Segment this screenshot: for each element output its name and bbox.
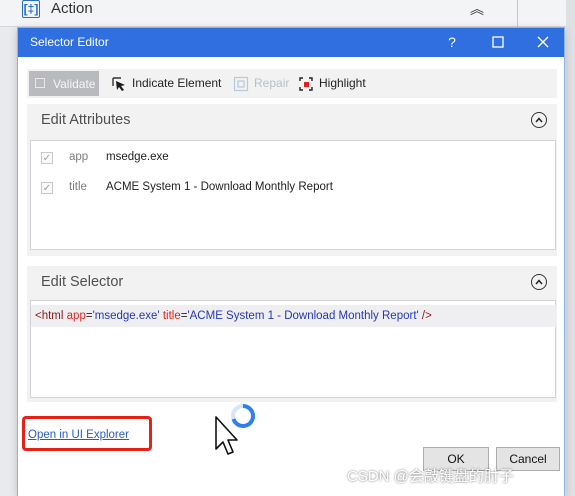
mouse-pointer-icon	[215, 416, 238, 455]
action-activity-icon: [‡]	[22, 0, 40, 18]
attribute-checkbox[interactable]: ✓	[41, 152, 53, 164]
indicate-element-button[interactable]: Indicate Element	[111, 74, 221, 94]
selector-toolbar: Validate Indicate Element Repair Highlig…	[27, 69, 557, 98]
selector-text[interactable]: <html app='msedge.exe' title='ACME Syste…	[31, 305, 557, 327]
close-icon	[537, 36, 549, 48]
collapse-attributes-icon[interactable]	[531, 112, 547, 128]
attribute-row[interactable]: ✓ app msedge.exe	[41, 151, 541, 167]
repair-label: Repair	[254, 76, 290, 90]
annotation-highlight-box	[22, 416, 152, 451]
action-activity-label: Action	[51, 0, 93, 17]
indicate-element-label: Indicate Element	[132, 76, 222, 90]
highlight-button[interactable]: Highlight	[298, 74, 366, 94]
close-button[interactable]	[533, 32, 553, 52]
dialog-title: Selector Editor	[30, 35, 109, 49]
attribute-value[interactable]: ACME System 1 - Download Monthly Report	[106, 181, 333, 193]
collapse-activity-icon[interactable]: ︽	[468, 0, 486, 18]
attribute-value[interactable]: msedge.exe	[106, 151, 169, 163]
attribute-name: app	[69, 151, 89, 163]
workflow-activity-header: [‡] Action ︽	[0, 0, 575, 30]
edit-selector-title: Edit Selector	[41, 274, 124, 290]
selector-editor-dialog: Selector Editor ? Validate Indicate Elem…	[18, 28, 564, 496]
dialog-titlebar[interactable]: Selector Editor ?	[18, 28, 564, 57]
repair-icon	[233, 76, 249, 91]
maximize-icon	[492, 36, 504, 48]
attribute-row[interactable]: ✓ title ACME System 1 - Download Monthly…	[41, 181, 541, 197]
validate-checkbox-icon	[35, 78, 45, 88]
edit-selector-section: Edit Selector <html app='msedge.exe' tit…	[27, 266, 557, 402]
divider	[517, 0, 518, 30]
help-button[interactable]: ?	[442, 32, 462, 52]
background-scrollbar[interactable]	[566, 0, 575, 496]
validate-label: Validate	[53, 77, 96, 91]
indicate-target-icon	[112, 77, 125, 91]
selector-editor-textarea[interactable]: <html app='msedge.exe' title='ACME Syste…	[30, 300, 557, 398]
chevron-up-icon	[535, 117, 543, 123]
edit-attributes-title: Edit Attributes	[41, 112, 131, 128]
collapse-selector-icon[interactable]	[531, 274, 547, 290]
maximize-button[interactable]	[488, 32, 508, 52]
watermark-text: CSDN @会敲键盘的肘子	[347, 468, 514, 485]
edit-attributes-section: Edit Attributes ✓ app msedge.exe ✓ title…	[27, 104, 557, 256]
chevron-up-icon	[535, 279, 543, 285]
highlight-icon	[299, 77, 313, 91]
highlight-label: Highlight	[319, 76, 366, 90]
attribute-checkbox[interactable]: ✓	[41, 182, 53, 194]
repair-button[interactable]: Repair	[233, 74, 289, 94]
attribute-name: title	[69, 181, 87, 193]
attributes-panel: ✓ app msedge.exe ✓ title ACME System 1 -…	[30, 140, 556, 250]
validate-button[interactable]: Validate	[29, 71, 99, 96]
